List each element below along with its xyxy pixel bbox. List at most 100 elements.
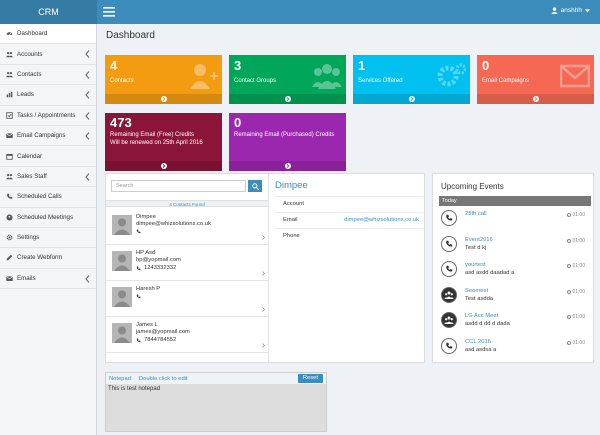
stat-tile-email-campaigns[interactable]: 0 Email Campaigns [477, 55, 594, 104]
sidebar-item-sales-staff[interactable]: Sales Staff [0, 167, 96, 188]
event-title[interactable]: CCL 2016 [465, 339, 491, 345]
detail-label: Email [283, 217, 298, 223]
phone-icon [7, 194, 13, 200]
caret-down-icon [585, 8, 590, 13]
event-item[interactable]: yourtest asd asdd daadad a 01:00 [439, 259, 591, 282]
sidebar-item-scheduled-meetings[interactable]: Scheduled Meetings [0, 208, 96, 228]
contact-name: HP Asd [136, 250, 156, 256]
sidebar-item-emails[interactable]: Emails [0, 269, 96, 290]
event-time: 01:00 [567, 314, 585, 320]
chevron-left-icon [85, 132, 90, 140]
contact-list-item[interactable]: Dimpee dimpee@whizsolutions.co.uk [106, 209, 268, 245]
event-time: 01:00 [567, 212, 585, 218]
menu-toggle-icon[interactable] [103, 7, 115, 17]
sidebar-item-dashboard[interactable]: Dashboard [0, 24, 96, 45]
sidebar-item-scheduled-calls[interactable]: Scheduled Calls [0, 187, 96, 208]
stat-tile-remaining-email-purchased-credits[interactable]: 0 Remaining Email (Purchased) Credits [229, 113, 346, 171]
tile-value: 0 [482, 58, 490, 73]
sidebar-item-settings[interactable]: Settings [0, 228, 96, 249]
notepad-title: Notepad [109, 375, 131, 382]
arrow-circle-right-icon [160, 163, 167, 169]
tile-more-info-link[interactable] [353, 94, 470, 104]
event-item[interactable]: CCL 2016 asd asdsa a 01:00 [439, 336, 591, 359]
event-title[interactable]: 25th call [465, 211, 487, 217]
sidebar: Dashboard Accounts Contacts Leads Tasks / Ap… [0, 24, 97, 435]
reset-button[interactable]: Reset [297, 374, 323, 383]
event-description: asd asdd daadad a [465, 270, 515, 276]
contact-email: james@yopmail.com [136, 329, 190, 335]
event-title[interactable]: yourtest [465, 262, 486, 268]
upcoming-events-panel: Upcoming Events Today 25th call 01:00 Even… [432, 173, 594, 363]
contacts-panel: Search 4 Contacts Found Dimpee dimpee@whi… [105, 173, 425, 363]
sidebar-item-label: Create Webform [17, 254, 63, 262]
contact-detail-name: Dimpee [275, 180, 308, 191]
tile-more-info-link[interactable] [105, 161, 222, 171]
event-item[interactable]: LG Acc Meet asdd d dd d dada 01:00 [439, 310, 591, 333]
contact-list-item[interactable]: Haresh P [106, 281, 268, 317]
tile-more-info-link[interactable] [105, 94, 222, 104]
sidebar-item-contacts[interactable]: Contacts [0, 65, 96, 86]
search-icon [251, 182, 259, 190]
tile-label-wrap: Remaining Email (Purchased) Credits [234, 131, 334, 139]
stat-tile-services-offered[interactable]: 1 Services Offered [353, 55, 470, 104]
tile-sublabel: Will be renewed on 25th April 2016 [110, 140, 203, 146]
chevron-right-icon [262, 235, 265, 240]
phone-icon [136, 229, 141, 234]
stat-tile-contact-groups[interactable]: 3 Contact Groups [229, 55, 346, 104]
sidebar-item-label: Leads [17, 91, 34, 99]
tile-more-info-link[interactable] [229, 94, 346, 104]
event-description: Test asdda [465, 295, 494, 302]
chevron-left-icon [85, 91, 90, 100]
notepad-content[interactable]: This is test notepad [106, 384, 326, 431]
event-item[interactable]: 25th call 01:00 [439, 208, 591, 231]
chevron-left-icon [85, 50, 90, 59]
event-item[interactable]: Event2016 Test d kj 01:00 [439, 234, 591, 257]
meeting-group-icon [444, 316, 454, 324]
users-icon [6, 51, 13, 57]
detail-row-phone: Phone [275, 228, 423, 243]
arrow-circle-right-icon [408, 96, 415, 102]
event-time: 01:00 [567, 340, 585, 346]
event-type-badge [441, 210, 457, 226]
sidebar-item-email-campaigns[interactable]: Email Campaigns [0, 126, 96, 147]
event-type-badge [441, 286, 457, 303]
contact-list-item[interactable]: James Ljames@yopmail.com 7844784552 [106, 317, 268, 353]
event-time-value: 01:00 [572, 237, 585, 244]
user-menu[interactable]: anshhh [551, 7, 590, 14]
bars-icon [6, 92, 13, 98]
arrow-circle-right-icon [532, 96, 539, 102]
detail-value[interactable]: dimpee@whizsolutions.co.uk [344, 217, 419, 223]
contact-search-input[interactable]: Search [111, 180, 246, 192]
sidebar-item-label: Emails [17, 274, 36, 282]
app-logo[interactable]: CRM [0, 0, 97, 24]
tile-value: 4 [110, 58, 118, 73]
sidebar-item-label: Scheduled Meetings [17, 213, 74, 221]
event-title[interactable]: Seomeet [465, 288, 488, 294]
contact-list-item[interactable]: HP Asd hp@yopmail.com 1243332332 [106, 245, 268, 281]
tile-value: 1 [358, 58, 366, 73]
search-button[interactable] [248, 180, 262, 192]
user-icon [551, 7, 558, 14]
sidebar-item-calendar[interactable]: Calendar [0, 146, 96, 167]
edit-icon [6, 255, 13, 261]
contact-phone [136, 294, 144, 299]
sidebar-item-leads[interactable]: Leads [0, 85, 96, 106]
cogs-icon [437, 63, 466, 87]
stat-tile-contacts[interactable]: 4 Contacts [105, 55, 222, 104]
arrow-circle-right-icon [160, 96, 167, 102]
event-item[interactable]: Seomeet Test asdda 01:00 [439, 285, 591, 308]
event-time-value: 01:00 [572, 263, 585, 269]
event-time: 01:00 [567, 289, 585, 295]
top-navbar: anshhh [97, 0, 600, 24]
tile-more-info-link[interactable] [477, 94, 594, 104]
sidebar-item-create-webform[interactable]: Create Webform [0, 248, 96, 269]
sidebar-item-tasks-appointments[interactable]: Tasks / Appointments [0, 106, 96, 126]
tile-label-wrap: Email Campaigns [482, 77, 529, 85]
stat-tile-remaining-email-free-credits[interactable]: 473 Remaining Email (Free) Credits Will be… [105, 113, 222, 171]
tile-more-info-link[interactable] [229, 161, 346, 171]
event-title[interactable]: LG Acc Meet [465, 313, 498, 319]
sidebar-item-accounts[interactable]: Accounts [0, 44, 96, 65]
contact-phone: 7844784552 [136, 337, 176, 343]
phone-icon [446, 214, 453, 221]
event-title[interactable]: Event2016 [465, 237, 493, 243]
